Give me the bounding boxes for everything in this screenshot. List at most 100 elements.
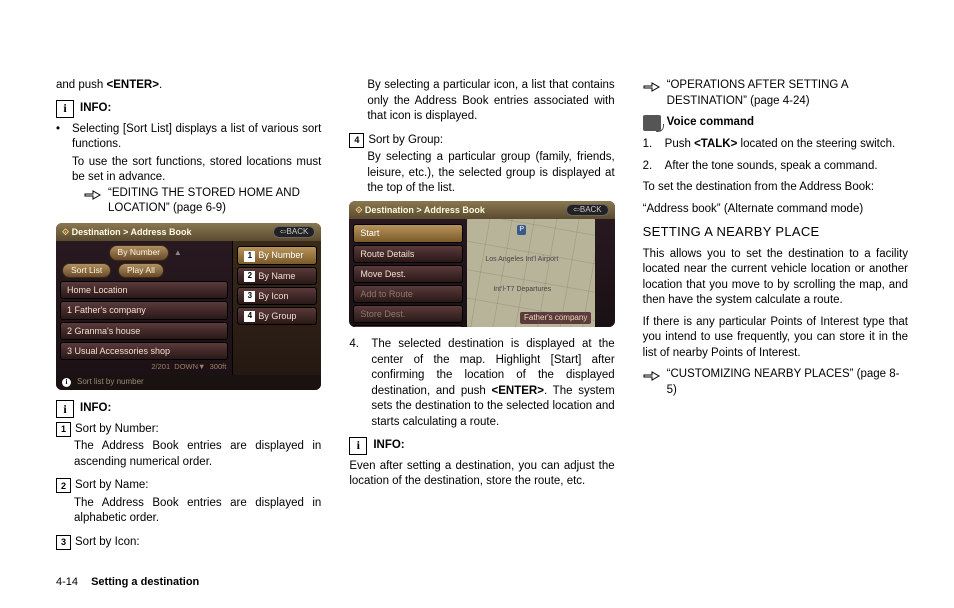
numbered-item: 1 Sort by Number: [56,422,321,438]
info-label: INFO: [373,438,404,454]
list-item: Store Dest. [353,305,463,323]
item-description: By selecting a particular group (family,… [349,150,614,197]
badge: 1 [244,251,255,262]
badge: 3 [244,291,255,302]
map-pane: P Los Angeles Int'l Airport Int'l-T7 Dep… [467,219,595,327]
counter: 2/201 [151,362,170,371]
side-option: 1By Number [237,246,317,264]
step-text: The selected destination is displayed at… [371,337,614,430]
side-option: 2By Name [237,267,317,285]
text: and push [56,79,107,91]
scale: 300ft [210,362,227,371]
item-title: Sort by Group: [368,133,443,149]
list-item: 2 Granma's house [60,322,228,340]
info-callout: i INFO: [56,400,321,418]
page-footer: 4-14 Setting a destination [56,575,199,590]
info-callout: i INFO: [56,100,321,118]
step-number: 4. [349,337,363,430]
map-banner: Father's company [520,312,591,325]
text: located on the steering switch. [737,138,895,150]
list-item: Add to Route [353,285,463,303]
list-item: POI Info. [353,325,463,327]
list-item: Home Location [60,281,228,299]
text: To set the destination from the Address … [643,180,908,196]
info-icon: i [62,378,71,387]
label: By Icon [258,291,288,301]
map-label: Int'l-T7 Departures [493,285,551,294]
step-number: 1. [643,137,657,153]
section-heading: SETTING A NEARBY PLACE [643,223,908,241]
bullet-item: • Selecting [Sort List] displays a list … [56,122,321,186]
text: Selecting [Sort List] displays a list of… [72,123,321,151]
box-number-icon: 3 [56,535,71,550]
shot-footer: i Sort list by number [56,375,321,390]
back-button: ⇦BACK [566,204,609,217]
shot-left-pane: Start Route Details Move Dest. Add to Ro… [349,219,467,327]
step-item: 4. The selected destination is displayed… [349,337,614,430]
box-number-icon: 1 [56,422,71,437]
page-body: and push <ENTER>. i INFO: • Selecting [S… [0,0,954,574]
info-label: INFO: [80,101,111,117]
key-enter: <ENTER> [107,79,159,91]
play-all-button: Play All [118,263,164,278]
reference-text: “CUSTOMIZING NEARBY PLACES” (page 8-5) [667,367,908,398]
body-text: If there is any particular Points of Int… [643,315,908,362]
label: By Group [258,311,296,321]
side-option: 4By Group [237,307,317,325]
list-item: 3 Usual Accessories shop [60,342,228,360]
numbered-item: 2 Sort by Name: [56,478,321,494]
shot-body: By Number ▲ Sort List Play All Home Loca… [56,241,321,375]
item-description: By selecting a particular icon, a list t… [349,78,614,125]
lead-line: and push <ENTER>. [56,78,321,94]
box-number-icon: 2 [56,478,71,493]
page-number: 4-14 [56,576,78,588]
reference-text: “OPERATIONS AFTER SETTING A DESTINATION”… [667,78,908,109]
list-item: Move Dest. [353,265,463,283]
parking-icon: P [517,225,526,234]
reference-text: “EDITING THE STORED HOME AND LOCATION” (… [108,186,321,217]
pointer-icon [643,78,661,92]
section-title: Setting a destination [91,576,199,588]
voice-command-heading: Voice command [643,115,908,131]
label: By Number [258,250,303,260]
pointer-icon [643,367,661,381]
step-text: Push <TALK> located on the steering swit… [665,137,896,153]
voice-label: Voice command [667,115,754,131]
map-label: Los Angeles Int'l Airport [485,255,558,264]
badge: 2 [244,271,255,282]
list-item: Start [353,224,463,242]
item-description: The Address Book entries are displayed i… [56,496,321,527]
step-item: 1. Push <TALK> located on the steering s… [643,137,908,153]
item-title: Sort by Icon: [75,535,140,551]
pointer-icon [84,186,102,200]
key-talk: <TALK> [694,138,737,150]
side-option: 3By Icon [237,287,317,305]
info-icon: i [56,100,74,118]
box-number-icon: 4 [349,133,364,148]
breadcrumb: Destination > Address Book [365,205,485,215]
step-text: After the tone sounds, speak a command. [665,159,878,175]
list-item: Route Details [353,245,463,263]
text: To use the sort functions, stored locati… [72,155,321,186]
label: By Name [258,271,295,281]
shot-header: ⟐ Destination > Address Book ⇦BACK [56,223,321,242]
shot-header: ⟐ Destination > Address Book ⇦BACK [349,201,614,220]
numbered-item: 4 Sort by Group: [349,133,614,149]
breadcrumb: Destination > Address Book [72,227,192,237]
sort-indicator: By Number [109,245,170,260]
shot-left-pane: By Number ▲ Sort List Play All Home Loca… [56,241,232,375]
text: Push [665,138,694,150]
shot-body: Start Route Details Move Dest. Add to Ro… [349,219,614,327]
item-title: Sort by Name: [75,478,149,494]
note-text: Even after setting a destination, you ca… [349,459,614,490]
list-item: 1 Father's company [60,301,228,319]
cross-reference: “EDITING THE STORED HOME AND LOCATION” (… [56,186,321,217]
sort-list-button: Sort List [62,263,111,278]
hint-text: Sort list by number [77,377,144,388]
text: . [159,79,162,91]
key-enter: <ENTER> [492,385,544,397]
nav-screenshot-sort: ⟐ Destination > Address Book ⇦BACK By Nu… [56,223,321,390]
nav-screenshot-map: ⟐ Destination > Address Book ⇦BACK Start… [349,201,614,328]
shot-right-pane: 1By Number 2By Name 3By Icon 4By Group [232,241,321,375]
item-description: The Address Book entries are displayed i… [56,439,321,470]
